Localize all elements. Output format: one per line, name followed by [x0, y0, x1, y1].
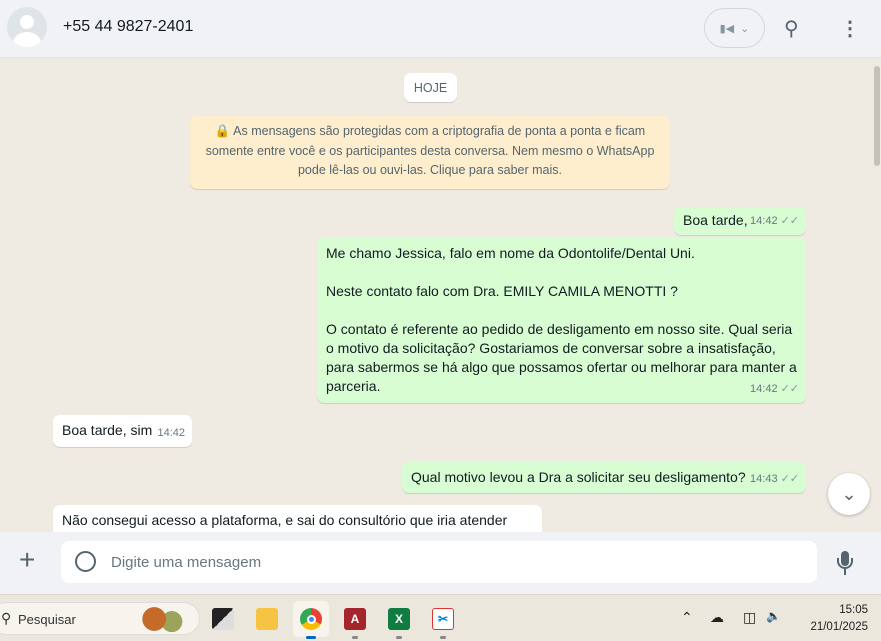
- double-check-icon: ✓✓: [780, 215, 799, 227]
- video-camera-icon: ▮◀: [719, 22, 735, 35]
- windows-taskbar: ⚲ Pesquisar A X ✂ ⌃ ☁ ◫ 🔈 15:05 21/01/202…: [0, 594, 881, 641]
- chat-scrollbar[interactable]: [872, 58, 881, 532]
- message-outgoing[interactable]: Boa tarde, 14:42 ✓✓: [674, 207, 806, 235]
- message-outgoing[interactable]: Me chamo Jessica, falo em nome da Odonto…: [317, 238, 806, 403]
- snipping-tool-icon[interactable]: ✂: [425, 601, 461, 639]
- message-incoming[interactable]: Boa tarde, sim 14:42: [53, 415, 192, 447]
- lock-icon: 🔒: [214, 124, 231, 138]
- sticker-emoji-icon[interactable]: [75, 551, 96, 572]
- chat-header: +55 44 9827-2401 ▮◀ ⌄ ⚲ ⋮: [0, 0, 881, 58]
- taskbar-clock[interactable]: 15:05 21/01/2025: [798, 602, 868, 636]
- composer: +: [0, 532, 881, 594]
- attach-plus-icon[interactable]: +: [19, 546, 35, 574]
- scroll-to-bottom-button[interactable]: ⌄: [828, 473, 870, 515]
- cloud-offline-icon[interactable]: ☁: [710, 609, 724, 626]
- chevron-down-icon: ⌄: [841, 483, 857, 504]
- message-input-box[interactable]: [61, 541, 817, 583]
- message-list: HOJE 🔒 As mensagens são protegidas com a…: [0, 58, 872, 532]
- excel-icon[interactable]: X: [381, 601, 417, 639]
- message-incoming[interactable]: Não consegui acesso a plataforma, e sai …: [53, 505, 542, 532]
- chrome-icon[interactable]: [293, 601, 329, 639]
- date-divider: HOJE: [404, 73, 457, 102]
- chevron-down-icon: ⌄: [740, 22, 750, 35]
- chevron-up-icon[interactable]: ⌃: [681, 609, 693, 626]
- message-input[interactable]: [111, 541, 801, 583]
- contact-avatar[interactable]: [7, 7, 47, 47]
- taskbar-search[interactable]: ⚲ Pesquisar: [0, 602, 200, 635]
- double-check-icon: ✓✓: [780, 383, 799, 395]
- search-icon[interactable]: ⚲: [784, 16, 799, 41]
- kebab-menu-icon[interactable]: ⋮: [840, 16, 860, 41]
- microphone-icon[interactable]: [837, 551, 853, 577]
- network-icon[interactable]: ◫: [743, 609, 756, 626]
- access-icon[interactable]: A: [337, 601, 373, 639]
- double-check-icon: ✓✓: [780, 473, 799, 485]
- video-call-button[interactable]: ▮◀ ⌄: [704, 8, 765, 48]
- encryption-notice[interactable]: 🔒 As mensagens são protegidas com a crip…: [190, 116, 670, 189]
- task-view-icon[interactable]: [205, 601, 241, 637]
- search-highlight-image: [141, 606, 185, 632]
- file-explorer-icon[interactable]: [249, 601, 285, 637]
- message-outgoing[interactable]: Qual motivo levou a Dra a solicitar seu …: [402, 462, 806, 493]
- volume-icon[interactable]: 🔈: [766, 609, 781, 623]
- contact-name[interactable]: +55 44 9827-2401: [63, 18, 193, 36]
- search-icon: ⚲: [1, 610, 12, 626]
